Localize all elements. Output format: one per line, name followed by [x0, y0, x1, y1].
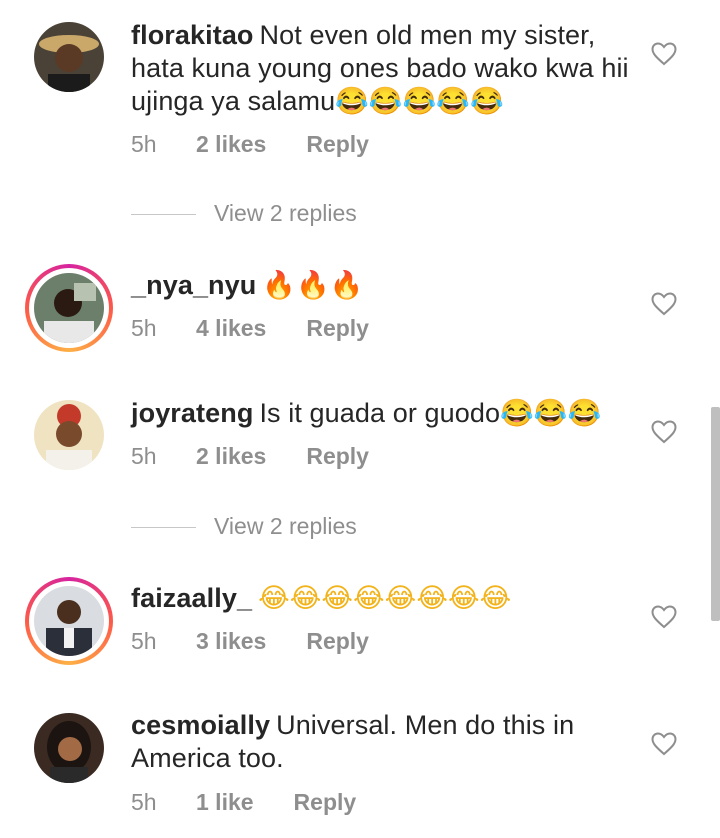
username[interactable]: joyrateng [131, 398, 253, 428]
reply-button[interactable]: Reply [306, 626, 369, 656]
comment-text: florakitao Not even old men my sister, ha… [131, 19, 631, 118]
avatar[interactable] [25, 264, 113, 352]
heart-outline-icon[interactable] [651, 732, 677, 756]
comment-body: 😂😂😂😂😂😂😂😂 [258, 583, 512, 614]
reply-button[interactable]: Reply [306, 129, 369, 159]
view-replies-label: View 2 replies [214, 200, 357, 226]
likes-count[interactable]: 2 likes [196, 441, 266, 471]
comment-text: joyrateng Is it guada or guodo😂😂😂 [131, 397, 631, 430]
avatar-image [34, 586, 104, 656]
comment-text: cesmoially Universal. Men do this in Amer… [131, 709, 631, 775]
comment-meta: 5h 3 likes Reply [131, 626, 369, 656]
view-replies-button[interactable]: View 2 replies [131, 198, 357, 228]
comment-meta: 5h 2 likes Reply [131, 441, 369, 471]
replies-divider [131, 527, 196, 529]
likes-count[interactable]: 4 likes [196, 313, 266, 343]
reply-button[interactable]: Reply [294, 787, 357, 817]
scrollbar-thumb[interactable] [711, 407, 720, 621]
likes-count[interactable]: 3 likes [196, 626, 266, 656]
view-replies-label: View 2 replies [214, 513, 357, 539]
timestamp: 5h [131, 628, 157, 654]
avatar-image [34, 713, 104, 783]
comment-text: faizaally_ 😂😂😂😂😂😂😂😂 [131, 582, 631, 615]
avatar[interactable] [25, 577, 113, 665]
comment-text: _nya_nyu 🔥🔥🔥 [131, 269, 631, 302]
avatar[interactable] [34, 713, 104, 783]
likes-count[interactable]: 2 likes [196, 129, 266, 159]
comment-meta: 5h 4 likes Reply [131, 313, 369, 343]
comment-body: Is it guada or guodo😂😂😂 [259, 398, 602, 428]
avatar-image [34, 273, 104, 343]
avatar-image [34, 22, 104, 92]
likes-count[interactable]: 1 like [196, 787, 254, 817]
heart-outline-icon[interactable] [651, 605, 677, 629]
username[interactable]: florakitao [131, 20, 254, 50]
avatar-image [34, 400, 104, 470]
username[interactable]: cesmoially [131, 710, 270, 740]
avatar[interactable] [34, 22, 104, 92]
view-replies-button[interactable]: View 2 replies [131, 511, 357, 541]
username[interactable]: _nya_nyu [131, 270, 256, 300]
heart-outline-icon[interactable] [651, 420, 677, 444]
comment-body: 🔥🔥🔥 [262, 270, 364, 301]
heart-outline-icon[interactable] [651, 42, 677, 66]
timestamp: 5h [131, 131, 157, 157]
username[interactable]: faizaally_ [131, 583, 252, 613]
reply-button[interactable]: Reply [306, 313, 369, 343]
heart-outline-icon[interactable] [651, 292, 677, 316]
comment-meta: 5h 1 like Reply [131, 787, 356, 817]
timestamp: 5h [131, 315, 157, 341]
timestamp: 5h [131, 789, 157, 815]
comment-meta: 5h 2 likes Reply [131, 129, 369, 159]
replies-divider [131, 214, 196, 216]
reply-button[interactable]: Reply [306, 441, 369, 471]
avatar[interactable] [34, 400, 104, 470]
timestamp: 5h [131, 443, 157, 469]
